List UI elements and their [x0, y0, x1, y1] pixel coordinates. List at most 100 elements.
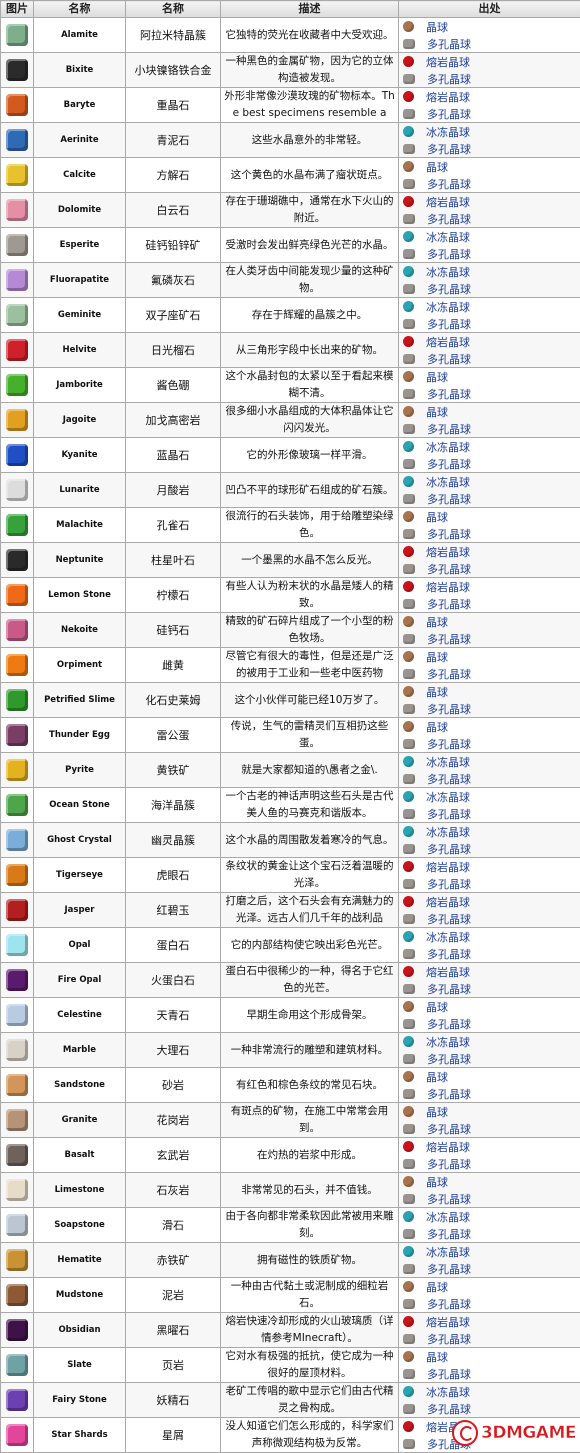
source-link-omni[interactable]: 多孔晶球: [427, 876, 471, 892]
source-link-magma[interactable]: 熔岩晶球: [426, 964, 470, 980]
source-link-magma[interactable]: 熔岩晶球: [426, 1139, 470, 1155]
source-link-magma[interactable]: 熔岩晶球: [426, 334, 470, 350]
source-link-omni[interactable]: 多孔晶球: [427, 1016, 471, 1032]
source-link-omni[interactable]: 多孔晶球: [427, 981, 471, 997]
source-link-omni[interactable]: 多孔晶球: [427, 36, 471, 52]
source-link-omni[interactable]: 多孔晶球: [427, 1296, 471, 1312]
source-link-magma[interactable]: 熔岩晶球: [426, 894, 470, 910]
source-link-omni[interactable]: 多孔晶球: [427, 1226, 471, 1242]
source-link-omni[interactable]: 多孔晶球: [427, 491, 471, 507]
mineral-image-cell: [1, 88, 34, 123]
source-link-omni[interactable]: 多孔晶球: [427, 1156, 471, 1172]
source-link-geode[interactable]: 晶球: [426, 1174, 448, 1190]
source-link-omni[interactable]: 多孔晶球: [427, 1366, 471, 1382]
source-link-frozen[interactable]: 冰冻晶球: [426, 1384, 470, 1400]
source-link-frozen[interactable]: 冰冻晶球: [426, 1209, 470, 1225]
mineral-name-en: Celestine: [34, 998, 126, 1033]
source-link-frozen[interactable]: 冰冻晶球: [426, 229, 470, 245]
omni-geode-icon: [403, 739, 415, 749]
source-link-magma[interactable]: 熔岩晶球: [426, 89, 470, 105]
source-link-omni[interactable]: 多孔晶球: [427, 281, 471, 297]
source-link-geode[interactable]: 晶球: [426, 369, 448, 385]
source-entry: 多孔晶球: [399, 70, 580, 87]
source-link-omni[interactable]: 多孔晶球: [427, 911, 471, 927]
source-link-frozen[interactable]: 冰冻晶球: [426, 754, 470, 770]
mineral-description: 熔岩快速冷却形成的火山玻璃质（详情参考MInecraft）。: [223, 1313, 396, 1347]
source-link-magma[interactable]: 熔岩晶球: [426, 1314, 470, 1330]
source-link-omni[interactable]: 多孔晶球: [427, 386, 471, 402]
mineral-image-cell: [1, 508, 34, 543]
source-link-omni[interactable]: 多孔晶球: [427, 946, 471, 962]
source-link-omni[interactable]: 多孔晶球: [427, 736, 471, 752]
source-link-omni[interactable]: 多孔晶球: [427, 1191, 471, 1207]
source-link-geode[interactable]: 晶球: [426, 1349, 448, 1365]
source-link-omni[interactable]: 多孔晶球: [427, 806, 471, 822]
mineral-name-en: Alamite: [34, 18, 126, 53]
source-link-geode[interactable]: 晶球: [426, 684, 448, 700]
mineral-source-cell: 冰冻晶球多孔晶球: [399, 473, 580, 508]
malachite-icon: [6, 514, 28, 536]
source-link-omni[interactable]: 多孔晶球: [427, 421, 471, 437]
source-link-omni[interactable]: 多孔晶球: [427, 211, 471, 227]
source-link-frozen[interactable]: 冰冻晶球: [426, 264, 470, 280]
source-link-omni[interactable]: 多孔晶球: [427, 771, 471, 787]
source-link-geode[interactable]: 晶球: [426, 1069, 448, 1085]
mineral-source-cell: 晶球多孔晶球: [399, 718, 580, 753]
source-link-geode[interactable]: 晶球: [426, 509, 448, 525]
source-link-frozen[interactable]: 冰冻晶球: [426, 439, 470, 455]
source-link-geode[interactable]: 晶球: [426, 19, 448, 35]
3dm-logo-icon: [452, 1420, 478, 1446]
source-link-omni[interactable]: 多孔晶球: [427, 1401, 471, 1417]
source-link-geode[interactable]: 晶球: [426, 1279, 448, 1295]
source-link-frozen[interactable]: 冰冻晶球: [426, 1244, 470, 1260]
source-link-omni[interactable]: 多孔晶球: [427, 351, 471, 367]
source-link-magma[interactable]: 熔岩晶球: [426, 544, 470, 560]
source-link-omni[interactable]: 多孔晶球: [427, 456, 471, 472]
source-link-frozen[interactable]: 冰冻晶球: [426, 789, 470, 805]
source-link-omni[interactable]: 多孔晶球: [427, 631, 471, 647]
source-link-geode[interactable]: 晶球: [426, 614, 448, 630]
source-link-omni[interactable]: 多孔晶球: [427, 561, 471, 577]
source-link-geode[interactable]: 晶球: [426, 999, 448, 1015]
source-link-omni[interactable]: 多孔晶球: [427, 246, 471, 262]
mineral-name-cn: 小块镍铬铁合金: [126, 53, 221, 88]
source-link-geode[interactable]: 晶球: [426, 719, 448, 735]
omni-geode-icon: [403, 949, 415, 959]
source-link-frozen[interactable]: 冰冻晶球: [426, 1034, 470, 1050]
source-link-magma[interactable]: 熔岩晶球: [426, 194, 470, 210]
source-link-omni[interactable]: 多孔晶球: [427, 1331, 471, 1347]
source-link-geode[interactable]: 晶球: [426, 649, 448, 665]
source-link-magma[interactable]: 熔岩晶球: [426, 859, 470, 875]
mineral-image-cell: [1, 403, 34, 438]
source-link-omni[interactable]: 多孔晶球: [427, 141, 471, 157]
source-link-frozen[interactable]: 冰冻晶球: [426, 474, 470, 490]
source-link-frozen[interactable]: 冰冻晶球: [426, 299, 470, 315]
source-link-omni[interactable]: 多孔晶球: [427, 1086, 471, 1102]
source-link-geode[interactable]: 晶球: [426, 404, 448, 420]
source-link-frozen[interactable]: 冰冻晶球: [426, 124, 470, 140]
source-link-omni[interactable]: 多孔晶球: [427, 701, 471, 717]
mineral-description-cell: 有红色和棕色条纹的常见石块。: [221, 1068, 399, 1103]
source-link-omni[interactable]: 多孔晶球: [427, 316, 471, 332]
source-link-omni[interactable]: 多孔晶球: [427, 106, 471, 122]
source-link-frozen[interactable]: 冰冻晶球: [426, 929, 470, 945]
source-link-geode[interactable]: 晶球: [426, 159, 448, 175]
source-link-magma[interactable]: 熔岩晶球: [426, 54, 470, 70]
source-link-magma[interactable]: 熔岩晶球: [426, 579, 470, 595]
source-link-omni[interactable]: 多孔晶球: [427, 596, 471, 612]
geode-geode-icon: [403, 721, 414, 732]
source-link-omni[interactable]: 多孔晶球: [427, 71, 471, 87]
source-link-geode[interactable]: 晶球: [426, 1104, 448, 1120]
source-link-frozen[interactable]: 冰冻晶球: [426, 824, 470, 840]
source-link-omni[interactable]: 多孔晶球: [427, 1051, 471, 1067]
source-link-omni[interactable]: 多孔晶球: [427, 1121, 471, 1137]
source-link-omni[interactable]: 多孔晶球: [427, 176, 471, 192]
mineral-name-cn: 星屑: [126, 1418, 221, 1453]
source-link-omni[interactable]: 多孔晶球: [427, 526, 471, 542]
mineral-description: 老矿工传唱的歌中显示它们由古代精灵之骨构成。: [223, 1383, 396, 1417]
source-link-omni[interactable]: 多孔晶球: [427, 666, 471, 682]
source-link-omni[interactable]: 多孔晶球: [427, 1261, 471, 1277]
source-link-omni[interactable]: 多孔晶球: [427, 841, 471, 857]
omni-geode-icon: [403, 284, 415, 294]
mineral-name-cn: 柱星叶石: [126, 543, 221, 578]
